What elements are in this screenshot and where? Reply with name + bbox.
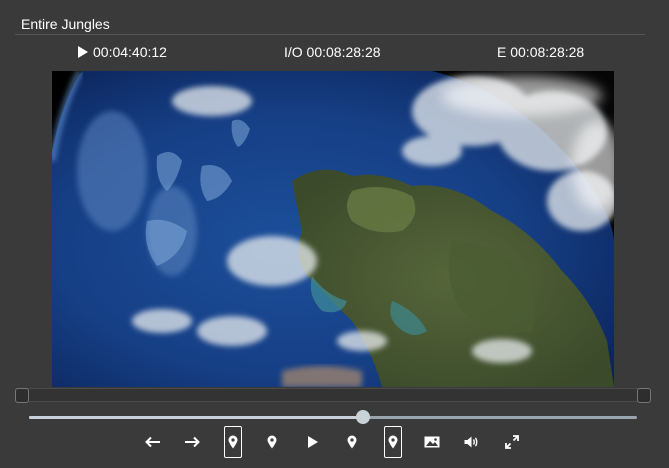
earth-from-space-image — [52, 71, 614, 387]
title-divider — [15, 34, 645, 35]
arrow-left-icon — [145, 436, 160, 448]
in-out-duration: I/O 00:08:28:28 — [284, 44, 381, 60]
volume-button[interactable] — [463, 426, 481, 458]
map-pin-icon — [388, 435, 398, 449]
expand-icon — [505, 435, 519, 449]
video-player-panel: Entire Jungles 00:04:40:12 I/O 00:08:28:… — [0, 0, 669, 468]
snapshot-button[interactable] — [423, 426, 441, 458]
play-icon — [308, 436, 318, 448]
play-button[interactable] — [304, 426, 322, 458]
map-pin-icon — [347, 435, 357, 449]
fullscreen-button[interactable] — [503, 426, 521, 458]
seek-slider-track[interactable] — [29, 416, 637, 419]
map-pin-icon — [267, 435, 277, 449]
map-pin-icon — [228, 435, 238, 449]
seek-slider-thumb[interactable] — [356, 410, 371, 424]
trim-range-track[interactable] — [22, 388, 644, 402]
step-back-button[interactable] — [144, 426, 162, 458]
arrow-right-icon — [185, 436, 200, 448]
mark-out-button[interactable] — [384, 426, 402, 458]
current-timecode: 00:04:40:12 — [78, 44, 167, 60]
go-to-in-button[interactable] — [263, 426, 281, 458]
step-forward-button[interactable] — [183, 426, 201, 458]
transport-controls — [0, 426, 669, 458]
seek-slider-fill — [29, 416, 364, 419]
mark-in-button[interactable] — [224, 426, 242, 458]
image-icon — [424, 436, 440, 448]
end-timecode: E 00:08:28:28 — [497, 44, 585, 60]
volume-icon — [464, 436, 478, 448]
current-timecode-value: 00:04:40:12 — [93, 44, 167, 60]
video-frame[interactable] — [52, 71, 614, 387]
go-to-out-button[interactable] — [343, 426, 361, 458]
play-indicator-icon — [78, 46, 88, 58]
trim-in-handle[interactable] — [15, 388, 29, 403]
clip-title: Entire Jungles — [21, 16, 110, 32]
trim-out-handle[interactable] — [637, 388, 651, 403]
